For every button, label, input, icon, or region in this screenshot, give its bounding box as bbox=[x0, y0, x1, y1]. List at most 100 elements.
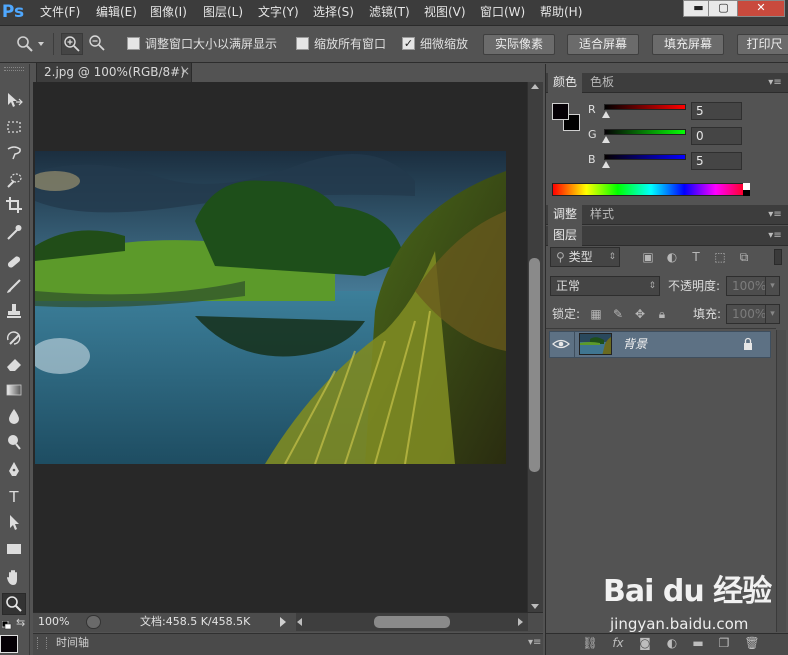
horizontal-scroll-thumb[interactable] bbox=[374, 616, 450, 628]
quick-selection-tool-icon[interactable] bbox=[2, 170, 26, 192]
green-slider-track[interactable] bbox=[604, 129, 686, 135]
swap-colors-icon[interactable]: ⇆ bbox=[16, 617, 28, 629]
scroll-down-icon[interactable] bbox=[531, 604, 539, 609]
tab-adjustments[interactable]: 调整 bbox=[548, 205, 583, 225]
filter-adjustment-icon[interactable]: ◐ bbox=[664, 249, 680, 265]
zoom-out-icon[interactable] bbox=[86, 33, 108, 55]
timeline-grip[interactable] bbox=[37, 637, 47, 649]
blend-mode-select[interactable]: 正常 ⇕ bbox=[550, 276, 660, 296]
lasso-tool-icon[interactable] bbox=[2, 143, 26, 165]
timeline-menu-icon[interactable]: ▾≡ bbox=[528, 636, 542, 650]
brush-tool-icon[interactable] bbox=[2, 276, 26, 298]
blur-tool-icon[interactable] bbox=[2, 406, 26, 428]
status-info-icon[interactable] bbox=[86, 615, 101, 629]
menu-filter[interactable]: 滤镜(T) bbox=[369, 0, 410, 25]
rectangle-shape-tool-icon[interactable] bbox=[2, 539, 26, 561]
fill-input[interactable]: 100% ▾ bbox=[726, 304, 780, 324]
blue-slider-thumb[interactable] bbox=[602, 161, 610, 168]
zoom-level[interactable]: 100% bbox=[38, 613, 69, 631]
lock-image-pixels-icon[interactable]: ✎ bbox=[610, 306, 626, 322]
fit-screen-button[interactable]: 适合屏幕 bbox=[567, 34, 639, 55]
rectangular-marquee-tool-icon[interactable] bbox=[2, 117, 26, 139]
layer-thumbnail[interactable] bbox=[579, 333, 612, 355]
filter-type-icon[interactable]: T bbox=[688, 249, 704, 265]
foreground-color-swatch-panel[interactable] bbox=[552, 103, 569, 120]
maximize-button[interactable]: ▢ bbox=[708, 0, 739, 17]
document-image[interactable] bbox=[35, 151, 506, 464]
tab-styles[interactable]: 样式 bbox=[585, 205, 619, 225]
actual-pixels-button[interactable]: 实际像素 bbox=[483, 34, 555, 55]
healing-brush-tool-icon[interactable] bbox=[2, 251, 26, 273]
menu-window[interactable]: 窗口(W) bbox=[480, 0, 525, 25]
black-swatch[interactable] bbox=[743, 190, 750, 196]
menu-select[interactable]: 选择(S) bbox=[313, 0, 354, 25]
photoshop-logo-icon[interactable]: Ps bbox=[0, 0, 26, 25]
new-layer-icon[interactable]: ❐ bbox=[716, 635, 732, 651]
layer-visibility-eye-icon[interactable] bbox=[552, 337, 570, 351]
green-slider-thumb[interactable] bbox=[602, 136, 610, 143]
zoom-all-windows-checkbox[interactable] bbox=[296, 37, 309, 50]
blue-value-input[interactable]: 5 bbox=[691, 152, 742, 170]
dodge-tool-icon[interactable] bbox=[2, 432, 26, 454]
fill-screen-button[interactable]: 填充屏幕 bbox=[652, 34, 724, 55]
menu-edit[interactable]: 编辑(E) bbox=[96, 0, 137, 25]
red-slider-thumb[interactable] bbox=[602, 111, 610, 118]
link-layers-icon[interactable]: ⛓ bbox=[582, 635, 598, 651]
red-value-input[interactable]: 5 bbox=[691, 102, 742, 120]
lock-position-icon[interactable]: ✥ bbox=[632, 306, 648, 322]
timeline-label[interactable]: 时间轴 bbox=[56, 634, 89, 652]
red-slider-track[interactable] bbox=[604, 104, 686, 110]
tab-swatches[interactable]: 色板 bbox=[585, 73, 619, 93]
preset-dropdown-icon[interactable] bbox=[38, 42, 44, 46]
pen-tool-icon[interactable] bbox=[2, 460, 26, 482]
opacity-input[interactable]: 100% ▾ bbox=[726, 276, 780, 296]
type-tool-icon[interactable]: T bbox=[2, 486, 26, 508]
scroll-up-icon[interactable] bbox=[531, 84, 539, 89]
path-selection-tool-icon[interactable] bbox=[2, 512, 26, 534]
delete-layer-icon[interactable]: 🗑︎ bbox=[744, 635, 760, 651]
default-colors-icon[interactable] bbox=[1, 619, 12, 630]
blue-slider-track[interactable] bbox=[604, 154, 686, 160]
close-document-icon[interactable]: × bbox=[180, 62, 192, 82]
green-value-input[interactable]: 0 bbox=[691, 127, 742, 145]
filter-toggle-switch[interactable] bbox=[774, 249, 782, 265]
resize-windows-checkbox[interactable] bbox=[127, 37, 140, 50]
layers-panel-menu-icon[interactable]: ▾≡ bbox=[768, 226, 782, 246]
filter-smart-object-icon[interactable]: ⧉ bbox=[736, 249, 752, 265]
zoom-tool-icon[interactable] bbox=[2, 593, 26, 615]
zoom-in-icon[interactable] bbox=[61, 33, 83, 55]
move-tool-icon[interactable] bbox=[2, 90, 26, 112]
history-brush-tool-icon[interactable] bbox=[2, 328, 26, 350]
filter-shape-icon[interactable]: ⬚ bbox=[712, 249, 728, 265]
vertical-scroll-thumb[interactable] bbox=[529, 258, 540, 472]
tab-layers[interactable]: 图层 bbox=[548, 226, 583, 246]
menu-file[interactable]: 文件(F) bbox=[40, 0, 80, 25]
close-window-button[interactable]: ✕ bbox=[737, 0, 785, 17]
foreground-color-swatch[interactable] bbox=[0, 635, 18, 653]
eyedropper-tool-icon[interactable] bbox=[2, 222, 26, 244]
layers-scrollbar[interactable] bbox=[776, 330, 786, 632]
crop-tool-icon[interactable] bbox=[2, 195, 26, 217]
toolbar-grip[interactable] bbox=[4, 67, 24, 71]
hand-tool-icon[interactable] bbox=[2, 567, 26, 589]
layer-filter-select[interactable]: ⚲ 类型 ⇕ bbox=[550, 247, 620, 267]
tab-color[interactable]: 颜色 bbox=[548, 73, 583, 93]
layer-name[interactable]: 背景 bbox=[623, 337, 647, 351]
scroll-right-icon[interactable] bbox=[518, 618, 523, 626]
layer-style-fx-icon[interactable]: fx bbox=[610, 635, 626, 651]
menu-view[interactable]: 视图(V) bbox=[424, 0, 466, 25]
scrubby-zoom-checkbox[interactable]: ✓ bbox=[402, 37, 415, 50]
add-mask-icon[interactable]: ◙ bbox=[637, 635, 653, 651]
gradient-tool-icon[interactable] bbox=[2, 380, 26, 402]
adjustments-panel-menu-icon[interactable]: ▾≡ bbox=[768, 205, 782, 225]
menu-layer[interactable]: 图层(L) bbox=[203, 0, 243, 25]
color-spectrum-ramp[interactable] bbox=[552, 183, 750, 196]
zoom-tool-preset-icon[interactable] bbox=[14, 33, 36, 55]
print-size-button[interactable]: 打印尺 bbox=[737, 34, 788, 55]
new-group-icon[interactable]: ▬ bbox=[690, 635, 706, 651]
color-panel-menu-icon[interactable]: ▾≡ bbox=[768, 73, 782, 93]
filter-pixel-icon[interactable]: ▣ bbox=[640, 249, 656, 265]
status-menu-arrow-icon[interactable] bbox=[280, 617, 286, 627]
lock-all-icon[interactable]: 🔒︎ bbox=[654, 306, 670, 322]
lock-transparent-pixels-icon[interactable]: ▦ bbox=[588, 306, 604, 322]
